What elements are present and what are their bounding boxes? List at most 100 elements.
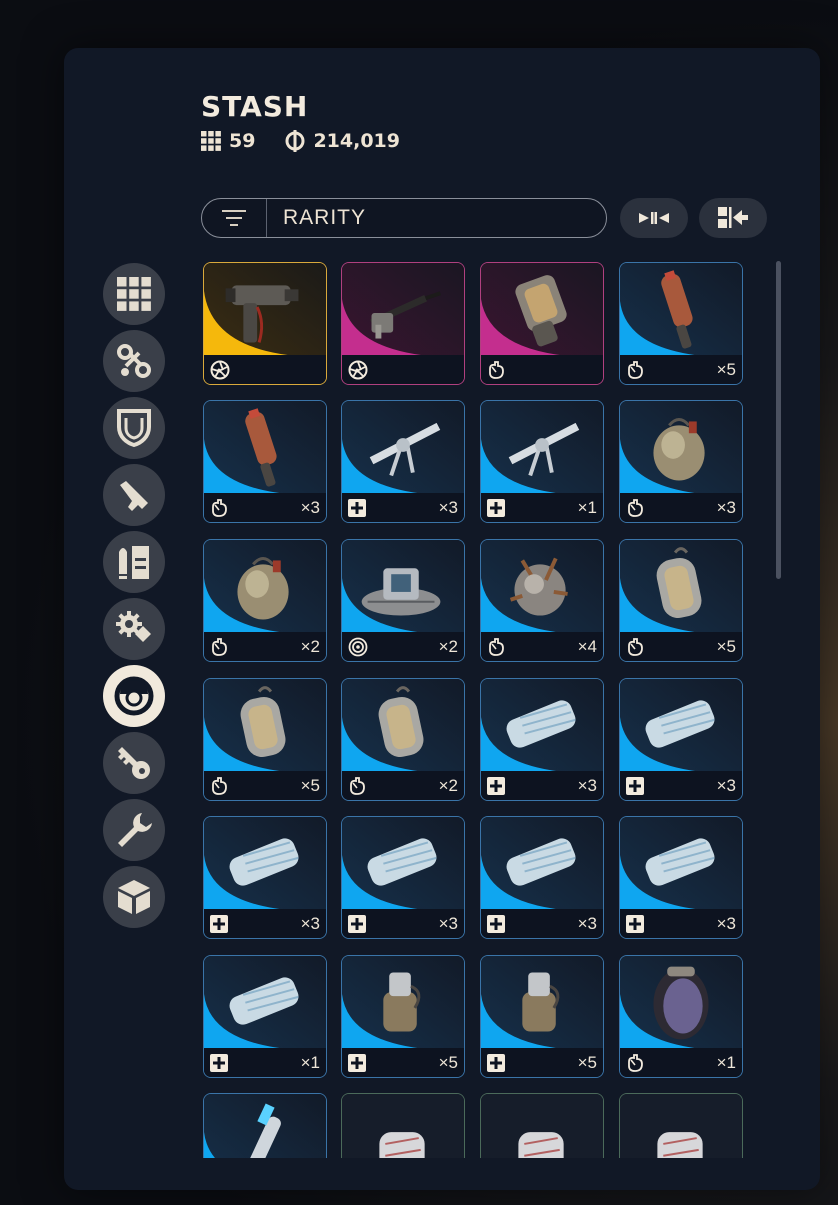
item-footer: ×2 bbox=[204, 632, 326, 661]
category-shields[interactable] bbox=[103, 397, 165, 459]
category-quick-use[interactable] bbox=[103, 665, 165, 727]
category-misc[interactable] bbox=[103, 866, 165, 928]
grid-icon bbox=[117, 277, 151, 311]
key-icon bbox=[118, 747, 150, 779]
mine-image bbox=[361, 568, 441, 616]
item-slot-syringe[interactable] bbox=[203, 1093, 327, 1158]
plus-icon bbox=[210, 1053, 228, 1072]
hand-icon bbox=[626, 1053, 644, 1072]
item-footer: ×3 bbox=[204, 493, 326, 522]
hand-icon bbox=[210, 637, 228, 656]
item-slot-wrap[interactable] bbox=[341, 1093, 465, 1158]
item-quantity: ×3 bbox=[438, 497, 458, 517]
item-footer: ×1 bbox=[204, 1048, 326, 1077]
filter-icon bbox=[202, 199, 267, 237]
plus-icon bbox=[487, 914, 505, 933]
item-quantity: ×3 bbox=[577, 775, 597, 795]
item-slot-stim-canister[interactable]: ×5 bbox=[480, 955, 604, 1078]
stim-canister-image bbox=[522, 972, 560, 1032]
category-all-items[interactable] bbox=[103, 263, 165, 325]
wrap-image bbox=[657, 1132, 703, 1158]
category-weapons[interactable] bbox=[103, 464, 165, 526]
grappling-hook-image bbox=[370, 291, 442, 339]
item-quantity: ×2 bbox=[300, 636, 320, 656]
category-ammo[interactable] bbox=[103, 531, 165, 593]
hand-icon bbox=[210, 498, 228, 517]
item-slot-bandage[interactable]: ×3 bbox=[480, 816, 604, 939]
slot-count: 59 bbox=[229, 130, 256, 152]
ammo-icon bbox=[119, 546, 149, 579]
currency-value: 214,019 bbox=[313, 130, 400, 152]
item-quantity: ×2 bbox=[438, 636, 458, 656]
cube-icon bbox=[118, 880, 150, 914]
syringe-image bbox=[243, 1103, 281, 1158]
item-footer: ×3 bbox=[342, 909, 464, 938]
item-quantity: ×1 bbox=[300, 1052, 320, 1072]
item-slot-bandage[interactable]: ×3 bbox=[203, 816, 327, 939]
gear-mod-icon bbox=[116, 611, 151, 642]
canister-grenade-image bbox=[656, 547, 702, 619]
item-footer: ×5 bbox=[204, 771, 326, 800]
canister-grenade-image bbox=[378, 686, 424, 758]
category-materials[interactable] bbox=[103, 799, 165, 861]
plus-icon bbox=[487, 776, 505, 795]
item-slot-stim-canister[interactable]: ×5 bbox=[341, 955, 465, 1078]
item-slot-tool[interactable] bbox=[203, 262, 327, 385]
merge-arrows-icon bbox=[639, 212, 669, 224]
hand-icon bbox=[348, 776, 366, 795]
item-footer: ×5 bbox=[620, 355, 742, 384]
item-quantity: ×5 bbox=[300, 775, 320, 795]
sort-filter-dropdown[interactable]: RARITY bbox=[201, 198, 607, 238]
item-slot-bandage[interactable]: ×3 bbox=[619, 816, 743, 939]
item-slot-grappling-hook[interactable] bbox=[341, 262, 465, 385]
wrap-image bbox=[379, 1132, 425, 1158]
item-slot-canister-grenade[interactable]: ×5 bbox=[619, 539, 743, 662]
item-footer: ×1 bbox=[481, 493, 603, 522]
hand-icon bbox=[626, 360, 644, 379]
item-grid: ×5 ×3 ×3 ×1 ×3 ×2 ×2 ×4 ×5 ×5 ×2 ×3 ×3 ×3 ×3 ×3 ×3 ×1 ×5 ×5… bbox=[203, 262, 763, 1158]
collapse-stacks-button[interactable] bbox=[620, 198, 688, 238]
item-footer bbox=[204, 355, 326, 384]
canister-grenade-image bbox=[240, 686, 286, 758]
item-quantity: ×3 bbox=[300, 913, 320, 933]
hand-icon bbox=[487, 360, 505, 379]
item-slot-flare[interactable]: ×3 bbox=[203, 400, 327, 523]
item-quantity: ×3 bbox=[438, 913, 458, 933]
hand-icon bbox=[210, 776, 228, 795]
item-slot-spiked-grenade[interactable]: ×4 bbox=[480, 539, 604, 662]
item-slot-canister-grenade[interactable]: ×5 bbox=[203, 678, 327, 801]
bandage-image bbox=[229, 977, 299, 1025]
target-icon bbox=[348, 637, 368, 657]
grenade-image bbox=[653, 418, 705, 481]
item-footer bbox=[342, 355, 464, 384]
sort-compact-button[interactable] bbox=[699, 198, 767, 238]
item-slot-bandage[interactable]: ×3 bbox=[619, 678, 743, 801]
stim-canister-image bbox=[383, 972, 421, 1032]
item-quantity: ×5 bbox=[716, 359, 736, 379]
scrollbar-thumb[interactable] bbox=[776, 261, 781, 579]
category-mods[interactable] bbox=[103, 598, 165, 660]
item-slot-bandage[interactable]: ×3 bbox=[341, 816, 465, 939]
aperture-icon bbox=[210, 360, 230, 380]
item-slot-bandage[interactable]: ×3 bbox=[480, 678, 604, 801]
item-slot-injector[interactable]: ×3 bbox=[341, 400, 465, 523]
smoke-pod-image bbox=[653, 966, 709, 1040]
item-slot-grenade[interactable]: ×3 bbox=[619, 400, 743, 523]
category-keys[interactable] bbox=[103, 732, 165, 794]
bandage-image bbox=[229, 838, 299, 886]
item-slot-canister-grenade[interactable]: ×2 bbox=[341, 678, 465, 801]
item-slot-smoke-pod[interactable]: ×1 bbox=[619, 955, 743, 1078]
item-slot-wrap[interactable] bbox=[480, 1093, 604, 1158]
item-slot-mine[interactable]: ×2 bbox=[341, 539, 465, 662]
category-augments[interactable] bbox=[103, 330, 165, 392]
item-slot-wrap[interactable] bbox=[619, 1093, 743, 1158]
flare-image bbox=[661, 270, 693, 349]
slots-grid-icon bbox=[201, 131, 221, 151]
bandage-image bbox=[645, 838, 715, 886]
item-slot-injector[interactable]: ×1 bbox=[480, 400, 604, 523]
item-slot-flare[interactable]: ×5 bbox=[619, 262, 743, 385]
item-slot-grenade[interactable]: ×2 bbox=[203, 539, 327, 662]
item-slot-bandage[interactable]: ×1 bbox=[203, 955, 327, 1078]
item-slot-canister-device[interactable] bbox=[480, 262, 604, 385]
plus-icon bbox=[626, 914, 644, 933]
